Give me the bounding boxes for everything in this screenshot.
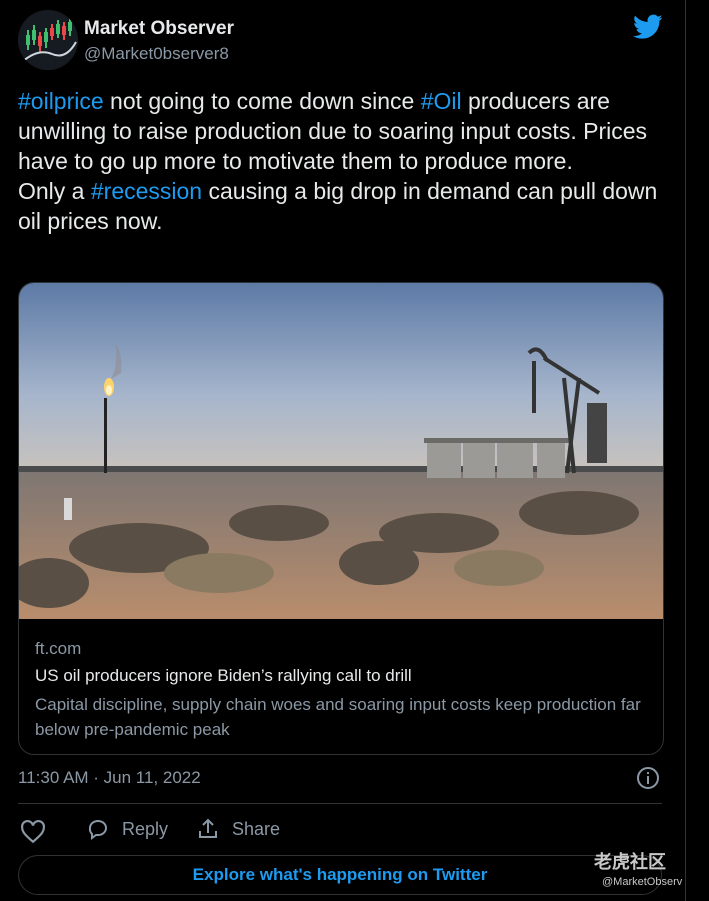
card-title[interactable]: US oil producers ignore Biden’s rallying… xyxy=(35,666,412,686)
info-icon[interactable] xyxy=(636,766,660,790)
reply-label: Reply xyxy=(122,818,169,839)
tweet-timestamp[interactable]: 11:30 AM · Jun 11, 2022 xyxy=(18,768,201,788)
tweet-text-segment: not going to come down since xyxy=(103,88,421,114)
avatar[interactable] xyxy=(18,10,78,70)
link-card[interactable]: ft.com US oil producers ignore Biden’s r… xyxy=(18,282,664,755)
hashtag-recession[interactable]: #recession xyxy=(91,178,202,204)
heart-icon[interactable] xyxy=(20,819,46,845)
watermark: 老虎社区 @MarketObserv xyxy=(594,848,704,894)
tweet-text-segment: Only a xyxy=(18,178,91,204)
author-handle[interactable]: @Market0bserver8 xyxy=(84,44,229,64)
share-icon xyxy=(199,818,217,838)
tweet-paragraph-2: Only a #recession causing a big drop in … xyxy=(18,176,673,236)
card-image[interactable] xyxy=(19,283,663,619)
tweet-paragraph-1: #oilprice not going to come down since #… xyxy=(18,86,673,176)
twitter-bird-icon[interactable] xyxy=(633,14,663,40)
share-label: Share xyxy=(232,818,281,839)
reply-icon xyxy=(88,819,108,840)
author-name[interactable]: Market Observer xyxy=(84,18,234,40)
share-button[interactable]: Share xyxy=(196,817,280,841)
reply-button[interactable]: Reply xyxy=(86,817,168,841)
card-description: Capital discipline, supply chain woes an… xyxy=(35,695,641,739)
watermark-handle: @MarketObserv xyxy=(602,876,683,888)
card-domain: ft.com xyxy=(35,639,82,658)
hashtag-oilprice[interactable]: #oilprice xyxy=(18,88,104,114)
divider xyxy=(18,803,662,804)
tweet-text: #oilprice not going to come down since #… xyxy=(18,86,673,236)
tweet-header: Market Observer @Market0bserver8 xyxy=(18,10,668,72)
hashtag-oil[interactable]: #Oil xyxy=(421,88,462,114)
tweet: Market Observer @Market0bserver8 #oilpri… xyxy=(0,0,686,901)
watermark-logo: 老虎社区 xyxy=(594,852,666,872)
explore-button[interactable]: Explore what's happening on Twitter xyxy=(18,855,662,895)
